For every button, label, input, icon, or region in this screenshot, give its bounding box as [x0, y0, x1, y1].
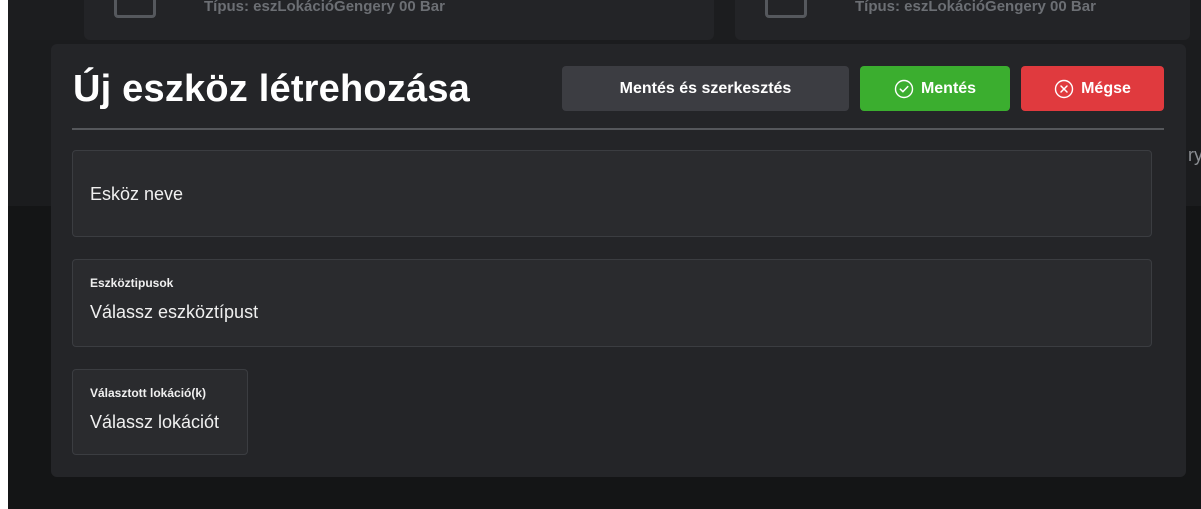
- cancel-button[interactable]: Mégse: [1021, 66, 1164, 111]
- save-and-edit-label: Mentés és szerkesztés: [619, 79, 792, 97]
- device-type-placeholder: Válassz eszköztípust: [90, 302, 259, 322]
- device-card-text: Típus: eszLokációGengery 00 Bar: [855, 0, 1096, 15]
- background-device-card: Típus: eszLokációGengery 00 Bar: [735, 0, 1190, 40]
- background-device-card: Típus: eszLokációGengery 00 Bar: [84, 0, 714, 40]
- device-card-icon: [765, 0, 807, 18]
- device-name-field[interactable]: Esköz neve: [72, 150, 1152, 237]
- close-circle-icon: [1054, 79, 1074, 98]
- new-device-modal: Új eszköz létrehozása Mentés és szerkesz…: [51, 44, 1186, 477]
- save-and-edit-button[interactable]: Mentés és szerkesztés: [562, 66, 849, 111]
- device-type-label: Eszköztipusok: [90, 276, 174, 290]
- device-type-select[interactable]: Eszköztipusok Válassz eszköztípust: [72, 259, 1152, 347]
- cancel-label: Mégse: [1081, 79, 1131, 97]
- device-name-placeholder: Esköz neve: [90, 184, 184, 204]
- save-label: Mentés: [920, 79, 977, 97]
- background-clipped-text: ry: [1188, 145, 1201, 165]
- title-divider: [72, 128, 1164, 130]
- device-card-text: Típus: eszLokációGengery 00 Bar: [204, 0, 445, 15]
- location-label: Választott lokáció(k): [90, 386, 207, 400]
- modal-title: Új eszköz létrehozása: [73, 68, 471, 110]
- location-placeholder: Válassz lokációt: [90, 412, 220, 432]
- device-card-icon: [114, 0, 156, 18]
- check-circle-icon: [894, 79, 914, 98]
- location-select[interactable]: Választott lokáció(k) Válassz lokációt: [72, 369, 248, 455]
- save-button[interactable]: Mentés: [860, 66, 1010, 111]
